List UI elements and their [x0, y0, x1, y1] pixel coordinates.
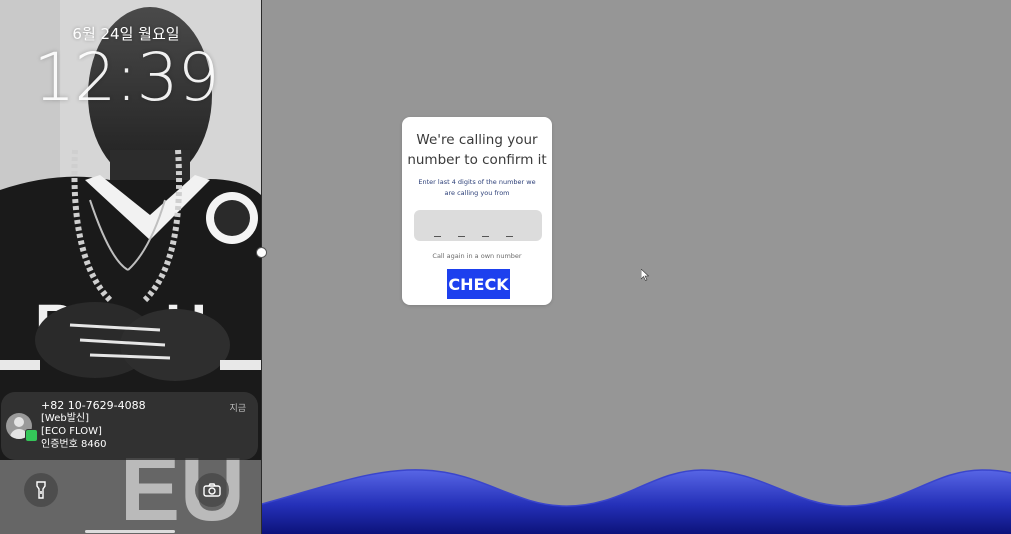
verification-card: We're calling your number to confirm it …: [402, 117, 552, 305]
messages-app-icon: [25, 429, 38, 442]
flashlight-icon: [36, 481, 46, 499]
flashlight-button[interactable]: [24, 473, 58, 507]
check-button[interactable]: CHECK: [447, 269, 510, 299]
code-input[interactable]: [414, 210, 542, 241]
title-line: We're calling your: [416, 132, 538, 148]
subtitle-line: are calling you from: [444, 189, 510, 197]
mouse-cursor-icon: [641, 269, 649, 281]
notification-line: [Web발신]: [41, 413, 90, 424]
split-divider[interactable]: [261, 0, 262, 534]
divider-handle[interactable]: [256, 247, 267, 258]
call-again-link[interactable]: Call again in a own number: [402, 252, 552, 260]
home-indicator: [85, 530, 175, 533]
camera-button[interactable]: [195, 473, 229, 507]
notification-line: 인증번호 8460: [41, 439, 107, 450]
lock-screen-time: 12:39: [33, 39, 219, 116]
sms-notification[interactable]: +82 10-7629-4088 지금 [Web발신] [ECO FLOW] 인…: [1, 392, 258, 460]
screen: B H EU 6월 24일 월요일 12:39: [0, 0, 1011, 534]
wave-decoration: [262, 469, 1011, 534]
notification-time: 지금: [229, 404, 246, 414]
digit-placeholder: [434, 236, 441, 237]
card-title: We're calling your number to confirm it: [402, 130, 552, 170]
digit-placeholder: [482, 236, 489, 237]
subtitle-line: Enter last 4 digits of the number we: [418, 178, 536, 186]
camera-icon: [203, 483, 221, 497]
digit-placeholder: [458, 236, 465, 237]
phone-lock-screen: B H EU 6월 24일 월요일 12:39: [0, 0, 261, 534]
title-line: number to confirm it: [407, 152, 547, 168]
notification-line: [ECO FLOW]: [41, 426, 102, 437]
digit-placeholder: [506, 236, 513, 237]
card-subtitle: Enter last 4 digits of the number we are…: [412, 177, 542, 199]
notification-sender: +82 10-7629-4088: [41, 399, 146, 412]
